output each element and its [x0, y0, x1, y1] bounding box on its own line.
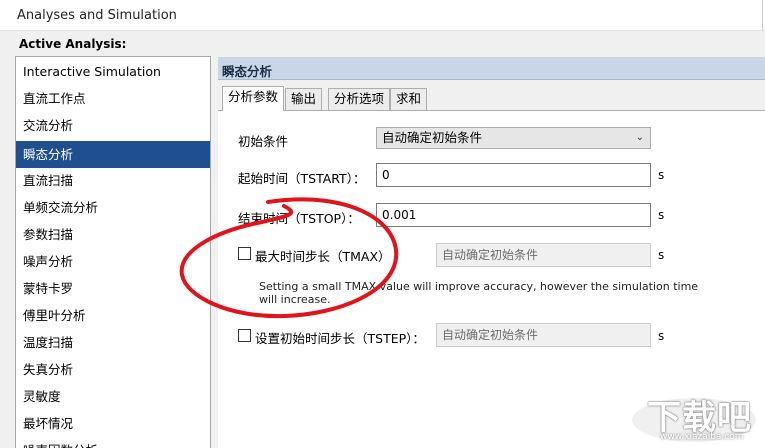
initial-conditions-select[interactable]: 自动确定初始条件 ⌄ [376, 127, 651, 149]
sidebar-item-distortion-analysis[interactable]: 失真分析 [16, 356, 210, 383]
sidebar-item-dc-sweep[interactable]: 直流扫描 [16, 167, 210, 194]
sidebar-item-monte-carlo[interactable]: 蒙特卡罗 [16, 275, 210, 302]
sidebar-item-sensitivity[interactable]: 灵敏度 [16, 383, 210, 410]
initial-conditions-label: 初始条件 [238, 134, 289, 149]
tmax-unit: s [658, 248, 665, 262]
tstep-checkbox[interactable] [238, 329, 251, 342]
sidebar-item-fourier-analysis[interactable]: 傅里叶分析 [16, 302, 210, 329]
sidebar-item-worst-case[interactable]: 最坏情况 [16, 410, 210, 437]
sidebar-item-noise-figure[interactable]: 噪声因数分析 [16, 437, 210, 448]
selection-pointer-icon [203, 148, 210, 160]
tstop-input[interactable]: 0.001 [376, 203, 651, 227]
sidebar-item-transient-analysis[interactable]: 瞬态分析 [16, 141, 210, 168]
tab-summary[interactable]: 求和 [390, 88, 428, 110]
panel-header: 瞬态分析 [218, 57, 765, 80]
active-analysis-label: Active Analysis: [19, 37, 127, 51]
sidebar-item-single-frequency-ac[interactable]: 单频交流分析 [16, 194, 210, 221]
initial-conditions-value: 自动确定初始条件 [382, 130, 483, 145]
tmax-hint-line-1: Setting a small TMAX value will improve … [259, 280, 699, 293]
analysis-list[interactable]: Interactive Simulation 直流工作点 交流分析 瞬态分析 直… [15, 56, 211, 448]
chevron-down-icon: ⌄ [635, 132, 644, 143]
tstart-label: 起始时间（TSTART）： [238, 171, 366, 186]
tab-analysis-parameters[interactable]: 分析参数 [222, 86, 285, 111]
tstop-unit: s [658, 208, 665, 222]
tab-analysis-options[interactable]: 分析选项 [328, 88, 391, 110]
sidebar-item-parameter-sweep[interactable]: 参数扫描 [16, 221, 210, 248]
watermark-url: www.xiazaiba.com [660, 432, 744, 442]
tstep-unit: s [658, 329, 665, 343]
tmax-input[interactable]: 自动确定初始条件 [436, 243, 651, 267]
sidebar-item-temperature-sweep[interactable]: 温度扫描 [16, 329, 210, 356]
tstep-label: 设置初始时间步长（TSTEP）： [255, 331, 425, 346]
tstop-label: 结束时间（TSTOP）： [238, 211, 360, 226]
tmax-checkbox[interactable] [238, 247, 251, 260]
tmax-label: 最大时间步长（TMAX） [255, 249, 391, 264]
sidebar-item-noise-analysis[interactable]: 噪声分析 [16, 248, 210, 275]
tstart-unit: s [658, 168, 665, 182]
tstart-input[interactable]: 0 [376, 163, 651, 187]
panel-title: 瞬态分析 [222, 64, 273, 79]
window-title: Analyses and Simulation [17, 8, 177, 23]
sidebar-item-dc-operating-point[interactable]: 直流工作点 [16, 85, 210, 112]
tab-output[interactable]: 输出 [285, 88, 323, 110]
tstep-input[interactable]: 自动确定初始条件 [436, 323, 651, 347]
tab-strip: 分析参数 输出 分析选项 求和 [218, 86, 765, 111]
sidebar-item-ac-analysis[interactable]: 交流分析 [16, 112, 210, 139]
window-title-bar: Analyses and Simulation [0, 0, 765, 31]
sidebar-item-interactive-simulation[interactable]: Interactive Simulation [16, 58, 210, 85]
window-edge [762, 0, 763, 31]
tmax-hint-line-2: will increase. [259, 293, 331, 306]
